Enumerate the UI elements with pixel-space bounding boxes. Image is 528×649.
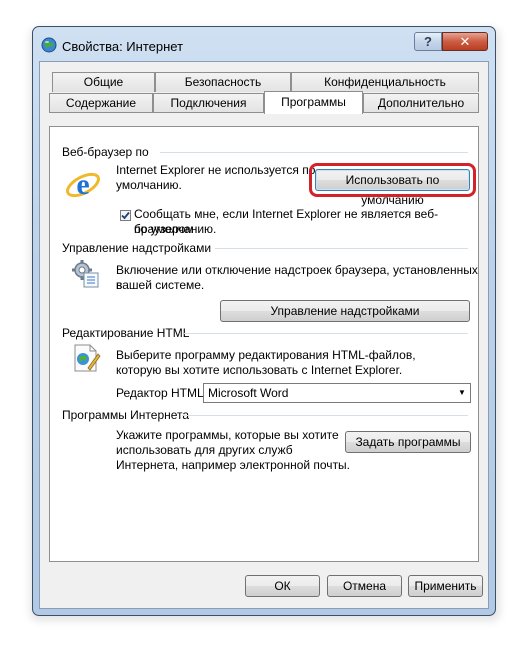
addons-gear-icon bbox=[70, 258, 102, 290]
group-label-html-editing: Редактирование HTML bbox=[62, 326, 190, 340]
ok-button[interactable]: ОК bbox=[245, 575, 320, 597]
group-label-internet-programs: Программы Интернета bbox=[62, 408, 190, 422]
html-editor-select[interactable]: Microsoft Word ▼ bbox=[203, 383, 471, 403]
tab-programs[interactable]: Программы bbox=[264, 91, 363, 114]
addons-description-line2: вашей системе. bbox=[116, 278, 205, 292]
internet-programs-description-line3: Интернета, например электронной почты. bbox=[116, 458, 351, 472]
html-editor-description-line1: Выберите программу редактирования HTML-ф… bbox=[116, 348, 416, 362]
browser-status-line1: Internet Explorer не используется по bbox=[116, 163, 316, 177]
tab-privacy[interactable]: Конфиденциальность bbox=[291, 72, 479, 92]
svg-text:e: e bbox=[76, 168, 89, 201]
apply-button[interactable]: Применить bbox=[408, 575, 483, 597]
tab-connections[interactable]: Подключения bbox=[153, 93, 264, 113]
separator bbox=[215, 248, 468, 249]
group-label-addons: Управление надстройками bbox=[62, 241, 212, 255]
dialog-client: Общие Безопасность Конфиденциальность Со… bbox=[39, 61, 489, 609]
chevron-down-icon: ▼ bbox=[458, 388, 466, 397]
tab-general[interactable]: Общие bbox=[52, 72, 155, 92]
html-editor-description-line2: которую вы хотите использовать с Interne… bbox=[116, 363, 403, 377]
help-button[interactable]: ? bbox=[414, 32, 442, 51]
notify-default-label-line2: по умолчанию. bbox=[134, 222, 217, 236]
notify-default-checkbox[interactable] bbox=[120, 210, 131, 221]
programs-panel: Веб-браузер по e Internet Explorer не ис… bbox=[49, 126, 479, 562]
internet-options-window: Свойства: Интернет ? ✕ Общие Безопасност… bbox=[32, 26, 496, 616]
cancel-button[interactable]: Отмена bbox=[327, 575, 402, 597]
tab-content[interactable]: Содержание bbox=[49, 93, 153, 113]
globe-icon bbox=[41, 37, 57, 53]
internet-explorer-icon: e bbox=[65, 167, 101, 203]
html-editor-value: Microsoft Word bbox=[208, 386, 289, 400]
manage-addons-label: Управление надстройками bbox=[270, 304, 420, 318]
group-label-web-browser: Веб-браузер по bbox=[62, 145, 149, 159]
html-editor-icon bbox=[70, 342, 102, 374]
internet-programs-description-line1: Укажите программы, которые вы хотите bbox=[116, 428, 339, 442]
window-title: Свойства: Интернет bbox=[62, 39, 184, 54]
internet-programs-description-line2: использовать для других служб bbox=[116, 443, 293, 457]
manage-addons-button[interactable]: Управление надстройками bbox=[220, 300, 470, 322]
title-bar[interactable]: Свойства: Интернет ? ✕ bbox=[33, 27, 495, 61]
html-editor-label: Редактор HTML: bbox=[116, 386, 207, 400]
close-button[interactable]: ✕ bbox=[442, 32, 488, 51]
highlight-frame bbox=[309, 163, 476, 197]
separator bbox=[160, 152, 468, 153]
separator bbox=[182, 415, 468, 416]
browser-status-line2: умолчанию. bbox=[116, 178, 182, 192]
tab-advanced[interactable]: Дополнительно bbox=[363, 93, 479, 113]
set-programs-button[interactable]: Задать программы bbox=[345, 431, 471, 453]
tab-security[interactable]: Безопасность bbox=[155, 72, 291, 92]
separator bbox=[184, 333, 468, 334]
